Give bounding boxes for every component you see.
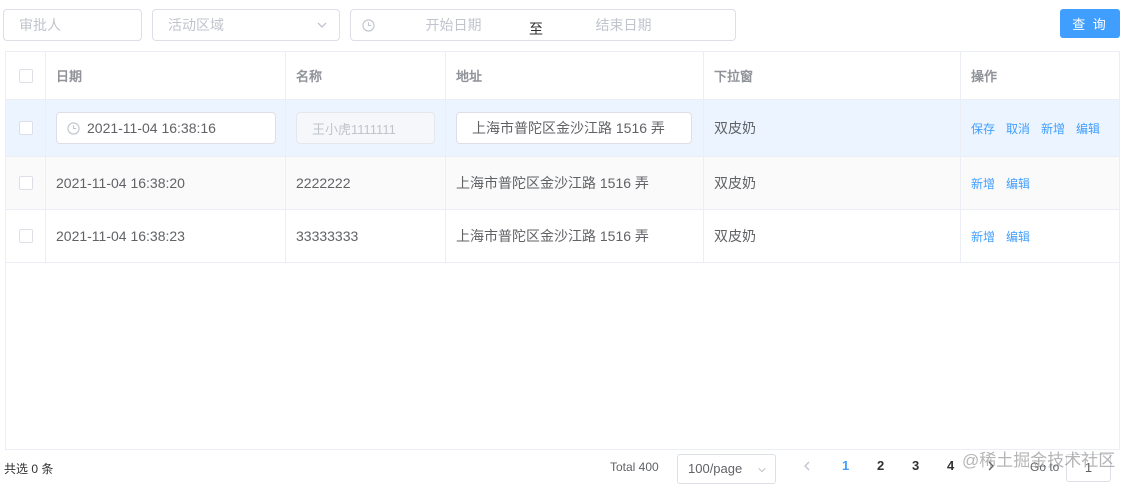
save-link[interactable]: 保存: [971, 120, 995, 137]
column-header-dropdown: 下拉窗: [704, 52, 961, 99]
name-value: 王小虎1111111: [312, 121, 396, 137]
date-time-value: 2021-11-04 16:38:16: [87, 120, 216, 136]
edit-link[interactable]: 编辑: [1006, 228, 1030, 245]
watermark: @稀土掘金技术社区: [962, 451, 1116, 470]
row-checkbox-cell: [6, 157, 46, 209]
header-checkbox-cell: [6, 52, 46, 99]
selected-count: 共选 0 条: [4, 462, 54, 476]
chevron-left-icon[interactable]: [801, 460, 813, 472]
date-cell: 2021-11-04 16:38:20: [46, 157, 286, 209]
column-header-name: 名称: [286, 52, 446, 99]
approver-input[interactable]: [4, 10, 134, 40]
address-value: 上海市普陀区金沙江路 1516 弄: [472, 120, 665, 136]
dropdown-cell: 双皮奶: [704, 157, 961, 209]
add-link[interactable]: 新增: [971, 228, 995, 245]
add-link[interactable]: 新增: [1041, 120, 1065, 137]
start-date-input[interactable]: [381, 10, 526, 40]
search-button[interactable]: 查 询: [1060, 9, 1120, 38]
row-checkbox[interactable]: [18, 176, 33, 190]
range-separator: 至: [529, 21, 543, 37]
page-size-value: 100/page: [688, 461, 743, 476]
cancel-link[interactable]: 取消: [1006, 120, 1030, 137]
column-header-address: 地址: [446, 52, 704, 99]
page-4[interactable]: 4: [947, 458, 954, 473]
dropdown-cell: 双皮奶: [704, 210, 961, 262]
actions-cell: 新增 编辑: [961, 157, 1119, 209]
name-cell: 王小虎1111111: [286, 100, 446, 156]
address-cell: 上海市普陀区金沙江路 1516 弄: [446, 210, 704, 262]
page-1[interactable]: 1: [842, 458, 849, 473]
table-row: 2021-11-04 16:38:20 2222222 上海市普陀区金沙江路 1…: [6, 157, 1119, 210]
page-3[interactable]: 3: [912, 458, 919, 473]
data-table: 日期 名称 地址 下拉窗 操作 2021-11-04 16:38:16 王小虎1…: [5, 51, 1120, 450]
page-size-select[interactable]: 100/page: [677, 454, 776, 484]
table-row: 2021-11-04 16:38:23 33333333 上海市普陀区金沙江路 …: [6, 210, 1119, 263]
column-header-actions: 操作: [971, 69, 998, 84]
edit-link[interactable]: 编辑: [1076, 120, 1100, 137]
name-cell: 33333333: [286, 210, 446, 262]
row-checkbox-cell: [6, 210, 46, 262]
row-checkbox-cell: [6, 100, 46, 156]
address-cell: 上海市普陀区金沙江路 1516 弄: [446, 157, 704, 209]
edit-link[interactable]: 编辑: [1006, 175, 1030, 192]
name-cell: 2222222: [286, 157, 446, 209]
chevron-down-icon: [317, 22, 327, 28]
table-header: 日期 名称 地址 下拉窗 操作: [6, 52, 1119, 100]
name-input-disabled: 王小虎1111111: [296, 112, 435, 144]
approver-field[interactable]: [3, 9, 142, 41]
row-checkbox[interactable]: [18, 229, 33, 243]
actions-cell: 新增 编辑: [961, 210, 1119, 262]
end-date-input[interactable]: [551, 10, 696, 40]
filter-bar: 至 查 询: [0, 0, 1138, 50]
clock-icon: [67, 121, 80, 135]
date-range-picker[interactable]: 至: [350, 9, 736, 41]
date-cell: 2021-11-04 16:38:16: [46, 100, 286, 156]
date-cell: 2021-11-04 16:38:23: [46, 210, 286, 262]
add-link[interactable]: 新增: [971, 175, 995, 192]
table-row-editing: 2021-11-04 16:38:16 王小虎1111111 上海市普陀区金沙江…: [6, 100, 1119, 157]
address-input[interactable]: 上海市普陀区金沙江路 1516 弄: [456, 112, 692, 144]
column-header-date: 日期: [46, 52, 286, 99]
date-time-input[interactable]: 2021-11-04 16:38:16: [56, 112, 276, 144]
row-checkbox[interactable]: [18, 121, 33, 135]
pagination-total: Total 400: [610, 460, 659, 474]
actions-cell: 保存 取消 新增 编辑: [961, 100, 1119, 156]
chevron-down-icon: [758, 467, 766, 473]
page-2[interactable]: 2: [877, 458, 884, 473]
region-input[interactable]: [153, 10, 303, 40]
address-cell: 上海市普陀区金沙江路 1516 弄: [446, 100, 704, 156]
dropdown-cell: 双皮奶: [704, 100, 961, 156]
clock-icon: [362, 19, 375, 32]
region-select[interactable]: [152, 9, 340, 41]
select-all-checkbox[interactable]: [18, 68, 33, 83]
